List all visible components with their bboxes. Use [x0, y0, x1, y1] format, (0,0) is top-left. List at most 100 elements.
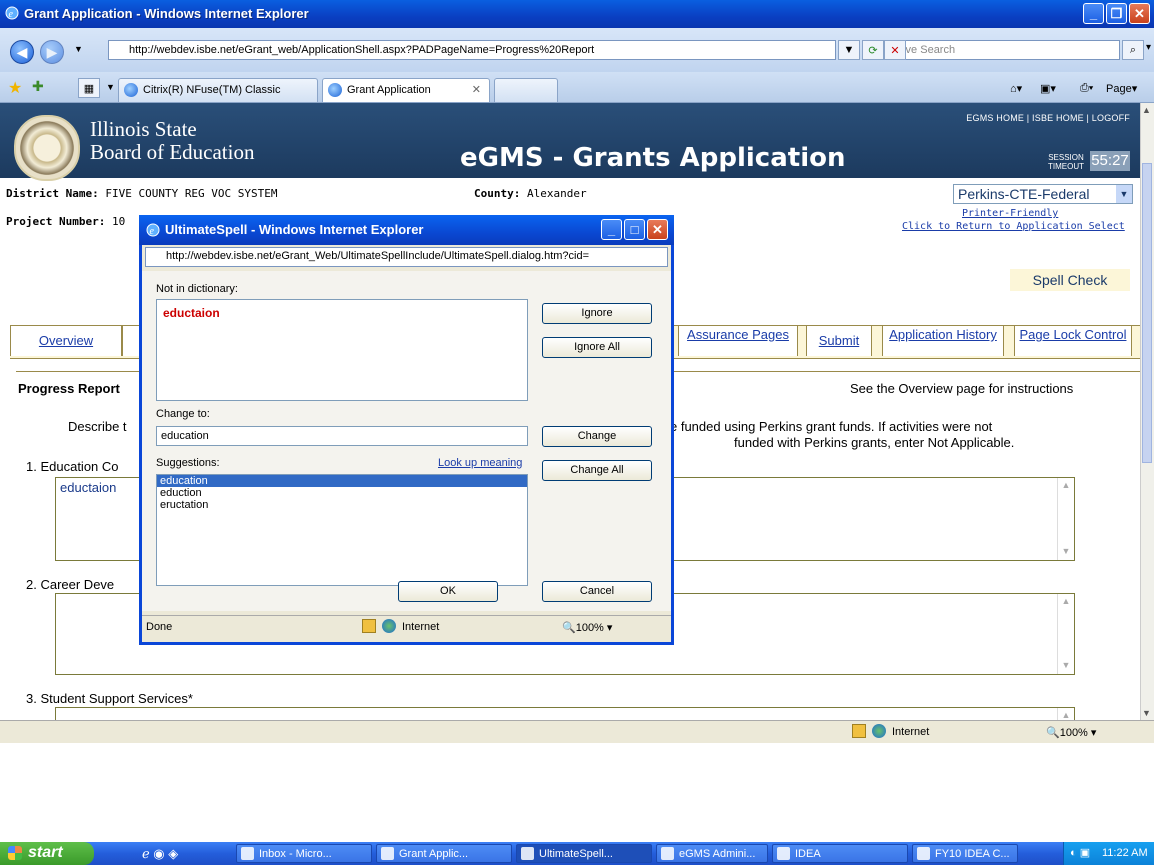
- page-menu[interactable]: Page▾: [1106, 82, 1137, 95]
- misspelled-word: eductaion: [163, 306, 220, 320]
- q2-label: 2. Career Deve: [26, 577, 115, 592]
- describe-text-line1: e funded using Perkins grant funds. If a…: [670, 419, 993, 434]
- district-info: District Name: FIVE COUNTY REG VOC SYSTE…: [6, 187, 278, 200]
- scroll-up-icon[interactable]: ▲: [1142, 105, 1151, 115]
- scroll-thumb[interactable]: [1142, 163, 1152, 463]
- ie-logo-icon: e: [145, 222, 161, 241]
- print-icon[interactable]: ⎙▾: [1080, 82, 1093, 95]
- task-grant-application[interactable]: Grant Applic...: [376, 844, 512, 863]
- chevron-down-icon: ▼: [1116, 185, 1132, 203]
- add-favorites-icon[interactable]: ✚: [32, 78, 44, 95]
- textarea-scrollbar[interactable]: ▲▼: [1057, 478, 1074, 560]
- minimize-button[interactable]: _: [1083, 3, 1104, 24]
- dialog-title: UltimateSpell - Windows Internet Explore…: [165, 222, 424, 237]
- suggestions-list[interactable]: education eduction eructation: [156, 474, 528, 586]
- restore-button[interactable]: ❐: [1106, 3, 1127, 24]
- task-fy10-idea[interactable]: FY10 IDEA C...: [912, 844, 1018, 863]
- start-button[interactable]: start: [0, 842, 94, 865]
- cancel-button[interactable]: Cancel: [542, 581, 652, 602]
- org-name-line1: Illinois State: [90, 117, 197, 141]
- quick-launch-icons[interactable]: ℯ ◉ ◈: [142, 846, 178, 862]
- close-button[interactable]: ✕: [1129, 3, 1150, 24]
- task-inbox[interactable]: Inbox - Micro...: [236, 844, 372, 863]
- change-to-input[interactable]: education: [156, 426, 528, 446]
- svg-text:e: e: [9, 9, 14, 20]
- favorites-star-icon[interactable]: ★: [8, 78, 22, 98]
- suggestion-item-selected[interactable]: education: [157, 475, 527, 487]
- tab-overview[interactable]: Overview: [10, 326, 122, 356]
- search-options-icon[interactable]: ▾: [1146, 42, 1151, 53]
- tab-list-dropdown-icon[interactable]: ▼: [106, 82, 115, 92]
- textarea-scrollbar[interactable]: ▲▼: [1057, 594, 1074, 674]
- svg-text:e: e: [150, 226, 155, 237]
- not-in-dictionary-box: eductaion: [156, 299, 528, 401]
- ie-page-icon: [124, 83, 138, 97]
- dialog-status-bar: Done Internet 🔍100% ▾: [142, 615, 671, 640]
- globe-icon: [382, 619, 396, 633]
- tab-submit[interactable]: Submit: [806, 326, 872, 356]
- search-icon[interactable]: ⌕: [1122, 40, 1144, 60]
- dialog-maximize-button[interactable]: □: [624, 219, 645, 240]
- home-icon[interactable]: ⌂▾: [1010, 82, 1022, 95]
- browser-tab-grant-application[interactable]: Grant Application ✕: [322, 78, 490, 102]
- address-toolbar: ◀ ▶ ▼ http://webdev.isbe.net/eGrant_web/…: [0, 28, 1154, 72]
- change-to-label: Change to:: [156, 408, 210, 420]
- stop-icon[interactable]: ✕: [884, 40, 906, 60]
- look-up-meaning-link[interactable]: Look up meaning: [438, 457, 522, 469]
- tab-application-history[interactable]: Application History: [882, 326, 1004, 356]
- tray-icons[interactable]: ◐ ▣: [1070, 846, 1090, 859]
- task-ultimatespell[interactable]: UltimateSpell...: [516, 844, 652, 863]
- county-info: County: Alexander: [474, 187, 587, 200]
- isbe-seal-logo: [14, 115, 80, 181]
- back-button[interactable]: ◀: [10, 40, 34, 64]
- new-tab-button[interactable]: [494, 78, 558, 102]
- return-to-select-link[interactable]: Click to Return to Application Select: [902, 221, 1125, 232]
- tab-page-lock-control[interactable]: Page Lock Control: [1014, 326, 1132, 356]
- lock-warning-icon: [852, 724, 866, 738]
- task-idea[interactable]: IDEA: [772, 844, 908, 863]
- printer-friendly-link[interactable]: Printer-Friendly: [962, 208, 1058, 219]
- top-nav-links[interactable]: EGMS HOME | ISBE HOME | LOGOFF: [966, 113, 1130, 123]
- history-dropdown-icon[interactable]: ▼: [74, 44, 83, 54]
- quick-tabs-icon[interactable]: ▦: [78, 78, 100, 98]
- system-tray: ◐ ▣ 11:22 AM: [1063, 842, 1154, 865]
- ignore-all-button[interactable]: Ignore All: [542, 337, 652, 358]
- forward-button[interactable]: ▶: [40, 40, 64, 64]
- ignore-button[interactable]: Ignore: [542, 303, 652, 324]
- q1-label: 1. Education Co: [26, 459, 119, 474]
- browser-tab-citrix[interactable]: Citrix(R) NFuse(TM) Classic: [118, 78, 318, 102]
- page-scrollbar[interactable]: ▲ ▼: [1140, 103, 1154, 720]
- suggestion-item[interactable]: eructation: [157, 499, 527, 511]
- change-all-button[interactable]: Change All: [542, 460, 652, 481]
- tab-assurance-pages[interactable]: Assurance Pages: [678, 326, 798, 356]
- ie-status-bar: Internet 🔍100% ▾: [0, 720, 1154, 743]
- dialog-title-bar: e UltimateSpell - Windows Internet Explo…: [139, 215, 674, 245]
- dialog-close-button[interactable]: ✕: [647, 219, 668, 240]
- change-button[interactable]: Change: [542, 426, 652, 447]
- spell-check-button[interactable]: Spell Check: [1010, 269, 1130, 291]
- textarea-scrollbar[interactable]: ▲▼: [1057, 708, 1074, 720]
- dialog-minimize-button[interactable]: _: [601, 219, 622, 240]
- close-tab-icon[interactable]: ✕: [472, 83, 481, 96]
- app-title: eGMS - Grants Application: [460, 143, 846, 173]
- windows-taskbar: start ℯ ◉ ◈ Inbox - Micro... Grant Appli…: [0, 842, 1154, 865]
- session-timer: 55:27: [1090, 151, 1130, 171]
- feeds-icon[interactable]: ▣▾: [1040, 82, 1056, 95]
- q3-label: 3. Student Support Services*: [26, 691, 193, 706]
- address-dropdown-icon[interactable]: ▼: [838, 40, 860, 60]
- scroll-down-icon[interactable]: ▼: [1142, 708, 1151, 718]
- suggestion-item[interactable]: eduction: [157, 487, 527, 499]
- zoom-indicator[interactable]: 🔍100% ▾: [562, 621, 612, 634]
- address-input[interactable]: http://webdev.isbe.net/eGrant_web/Applic…: [108, 40, 836, 60]
- progress-report-heading: Progress Report: [18, 381, 120, 396]
- ok-button[interactable]: OK: [398, 581, 498, 602]
- refresh-icon[interactable]: ⟳: [862, 40, 884, 60]
- instructions-note: See the Overview page for instructions: [850, 381, 1074, 396]
- q3-textarea[interactable]: ▲▼: [55, 707, 1075, 720]
- search-input[interactable]: Live Search: [892, 40, 1120, 60]
- not-in-dictionary-label: Not in dictionary:: [156, 283, 238, 295]
- program-select[interactable]: Perkins-CTE-Federal ▼: [953, 184, 1133, 204]
- ie-logo-icon: e: [4, 5, 20, 21]
- zoom-indicator[interactable]: 🔍100% ▾: [1046, 726, 1096, 739]
- task-egms-admin[interactable]: eGMS Admini...: [656, 844, 768, 863]
